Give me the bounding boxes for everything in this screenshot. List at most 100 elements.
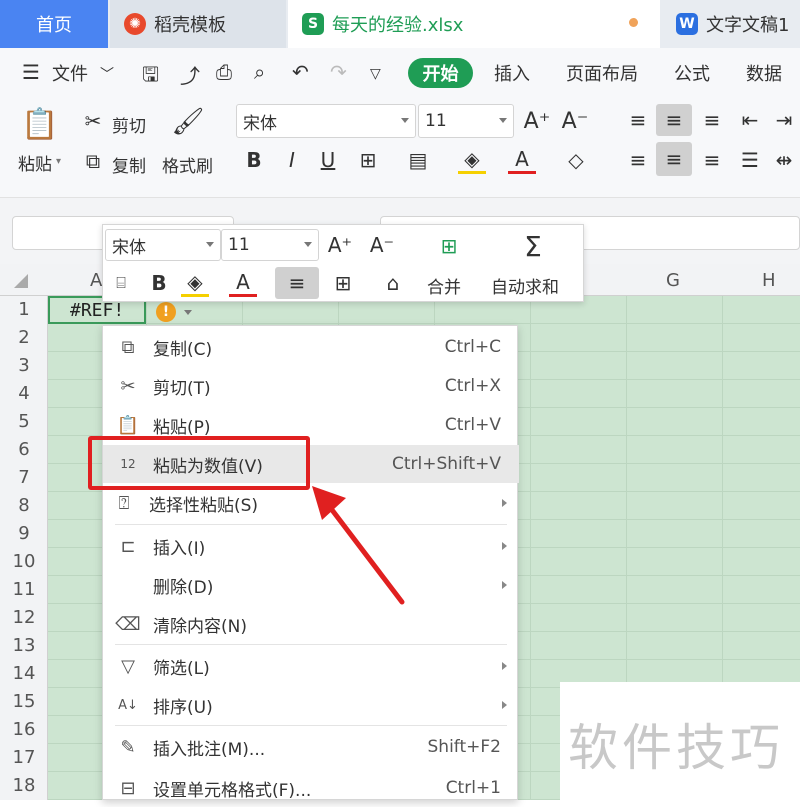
hamburger-icon[interactable]: ☰ xyxy=(22,60,40,84)
indent-decrease-icon[interactable]: ⇤ xyxy=(736,106,764,134)
menu-item-copy[interactable]: ⧉ 复制(C) Ctrl+C xyxy=(103,328,519,366)
paste-dropdown-icon[interactable]: ▾ xyxy=(56,156,61,167)
increase-font-icon[interactable]: A⁺ xyxy=(522,106,552,136)
eraser-icon[interactable]: ◇ xyxy=(562,146,590,174)
mini-borders-icon[interactable]: ⊞ xyxy=(329,269,357,297)
menu-item-format-cells[interactable]: ⊟ 设置单元格格式(F)... Ctrl+1 xyxy=(103,769,519,807)
autosum-icon[interactable]: Σ xyxy=(513,227,553,265)
column-header-g[interactable]: G xyxy=(666,270,680,291)
justify-icon[interactable]: ☰ xyxy=(736,146,764,174)
row-header-8[interactable]: 8 xyxy=(0,495,48,516)
menu-item-label: 筛选(L) xyxy=(153,658,210,679)
tab-spreadsheet[interactable]: S 每天的经验.xlsx xyxy=(288,0,660,48)
column-header-h[interactable]: H xyxy=(762,270,776,291)
align-middle-icon[interactable]: ≡ xyxy=(656,104,692,136)
row-header-9[interactable]: 9 xyxy=(0,523,48,544)
menu-item-cut[interactable]: ✂ 剪切(T) Ctrl+X xyxy=(103,367,519,405)
paste-big-icon[interactable]: 📋 xyxy=(20,104,60,144)
row-header-15[interactable]: 15 xyxy=(0,691,48,712)
format-painter-icon[interactable]: 🖌 xyxy=(170,102,206,142)
mini-font-size-select[interactable]: 11 xyxy=(221,229,319,261)
quick-access-dropdown-icon[interactable]: ▽ xyxy=(370,66,381,82)
mini-font-name-select[interactable]: 宋体 xyxy=(105,229,221,261)
menu-formulas[interactable]: 公式 xyxy=(674,60,710,86)
borders-icon[interactable]: ⊞ xyxy=(354,146,382,174)
merge-button[interactable]: 合并 xyxy=(427,273,461,298)
copy-icon[interactable]: ⧉ xyxy=(80,148,106,174)
redo-icon[interactable]: ↷ xyxy=(330,60,347,84)
tab-home[interactable]: 首页 xyxy=(0,0,108,48)
menu-item-filter[interactable]: ▽ 筛选(L) xyxy=(103,647,519,685)
decrease-font-icon[interactable]: A⁻ xyxy=(560,106,590,136)
row-header-4[interactable]: 4 xyxy=(0,383,48,404)
undo-icon[interactable]: ↶ xyxy=(292,60,309,84)
row-header-10[interactable]: 10 xyxy=(0,551,48,572)
fill-style-icon[interactable]: ▤ xyxy=(404,146,432,174)
mini-decrease-font-icon[interactable]: A⁻ xyxy=(367,231,397,259)
select-all-corner[interactable] xyxy=(14,274,28,288)
row-header-13[interactable]: 13 xyxy=(0,635,48,656)
mini-font-color-icon[interactable]: A xyxy=(229,269,257,297)
mini-align-center-icon[interactable]: ≡ xyxy=(275,267,319,299)
export-icon[interactable]: ⤴ xyxy=(180,60,200,89)
wrap-icon[interactable]: ⌸ xyxy=(107,269,135,297)
italic-icon[interactable]: I xyxy=(278,146,306,174)
row-header-7[interactable]: 7 xyxy=(0,467,48,488)
error-warning-icon[interactable]: ! xyxy=(156,302,176,322)
menu-file[interactable]: 文件 xyxy=(52,60,88,86)
menu-item-sort[interactable]: A↓ 排序(U) xyxy=(103,686,519,724)
row-header: 1 2 3 4 5 6 7 8 9 10 11 12 13 14 15 16 17 18 xyxy=(0,296,48,800)
row-header-14[interactable]: 14 xyxy=(0,663,48,684)
highlight-box xyxy=(88,436,310,490)
align-top-icon[interactable]: ≡ xyxy=(624,106,652,134)
menu-page-layout[interactable]: 页面布局 xyxy=(566,60,638,86)
menu-item-clear-contents[interactable]: ⌫ 清除内容(N) xyxy=(103,605,519,643)
row-header-3[interactable]: 3 xyxy=(0,355,48,376)
menu-item-shortcut: Ctrl+V xyxy=(444,415,501,435)
menu-data[interactable]: 数据 xyxy=(746,60,782,86)
save-icon[interactable]: 🖫 xyxy=(142,60,159,94)
align-right-icon[interactable]: ≡ xyxy=(698,146,726,174)
font-size-select[interactable]: 11 xyxy=(418,104,514,138)
mini-increase-font-icon[interactable]: A⁺ xyxy=(325,231,355,259)
fill-color-icon[interactable]: ◈ xyxy=(458,146,486,174)
chevron-down-icon[interactable]: ﹀ xyxy=(100,64,114,84)
mini-bold-icon[interactable]: B xyxy=(145,269,173,297)
row-header-1[interactable]: 1 xyxy=(0,299,48,320)
underline-icon[interactable]: U xyxy=(314,146,342,174)
print-icon[interactable]: ⎙ xyxy=(216,60,232,84)
indent-increase-icon[interactable]: ⇥ xyxy=(770,106,798,134)
row-header-11[interactable]: 11 xyxy=(0,579,48,600)
mini-fill-color-icon[interactable]: ◈ xyxy=(181,269,209,297)
tab-document[interactable]: W 文字文稿1 xyxy=(662,0,800,48)
paste-button[interactable]: 粘贴 xyxy=(18,150,52,175)
copy-button[interactable]: 复制 xyxy=(112,152,146,177)
menu-start[interactable]: 开始 xyxy=(408,58,473,88)
row-header-17[interactable]: 17 xyxy=(0,747,48,768)
autosum-button[interactable]: 自动求和 xyxy=(491,273,559,298)
tab-docer-templates[interactable]: ✺ 稻壳模板 xyxy=(110,0,286,48)
print-preview-icon[interactable]: ⌕ xyxy=(254,60,265,84)
align-center-icon[interactable]: ≡ xyxy=(656,142,692,176)
row-header-18[interactable]: 18 xyxy=(0,775,48,796)
bold-icon[interactable]: B xyxy=(240,146,268,174)
row-header-6[interactable]: 6 xyxy=(0,439,48,460)
row-header-5[interactable]: 5 xyxy=(0,411,48,432)
merge-icon[interactable]: ⊞ xyxy=(429,229,469,263)
row-header-12[interactable]: 12 xyxy=(0,607,48,628)
font-name-select[interactable]: 宋体 xyxy=(236,104,416,138)
align-bottom-icon[interactable]: ≡ xyxy=(698,106,726,134)
align-left-icon[interactable]: ≡ xyxy=(624,146,652,174)
menu-insert[interactable]: 插入 xyxy=(494,60,530,86)
column-header-a[interactable]: A xyxy=(90,270,102,291)
cut-button[interactable]: 剪切 xyxy=(112,112,146,137)
row-header-2[interactable]: 2 xyxy=(0,327,48,348)
scissors-icon[interactable]: ✂ xyxy=(80,108,106,134)
format-painter-button[interactable]: 格式刷 xyxy=(162,152,213,177)
font-color-icon[interactable]: A xyxy=(508,146,536,174)
mini-format-painter-icon[interactable]: ⌂ xyxy=(379,269,407,297)
row-header-16[interactable]: 16 xyxy=(0,719,48,740)
menu-item-insert-comment[interactable]: ✎ 插入批注(M)... Shift+F2 xyxy=(103,728,519,766)
warning-dropdown-icon[interactable] xyxy=(184,310,192,315)
distributed-icon[interactable]: ⇹ xyxy=(770,146,798,174)
